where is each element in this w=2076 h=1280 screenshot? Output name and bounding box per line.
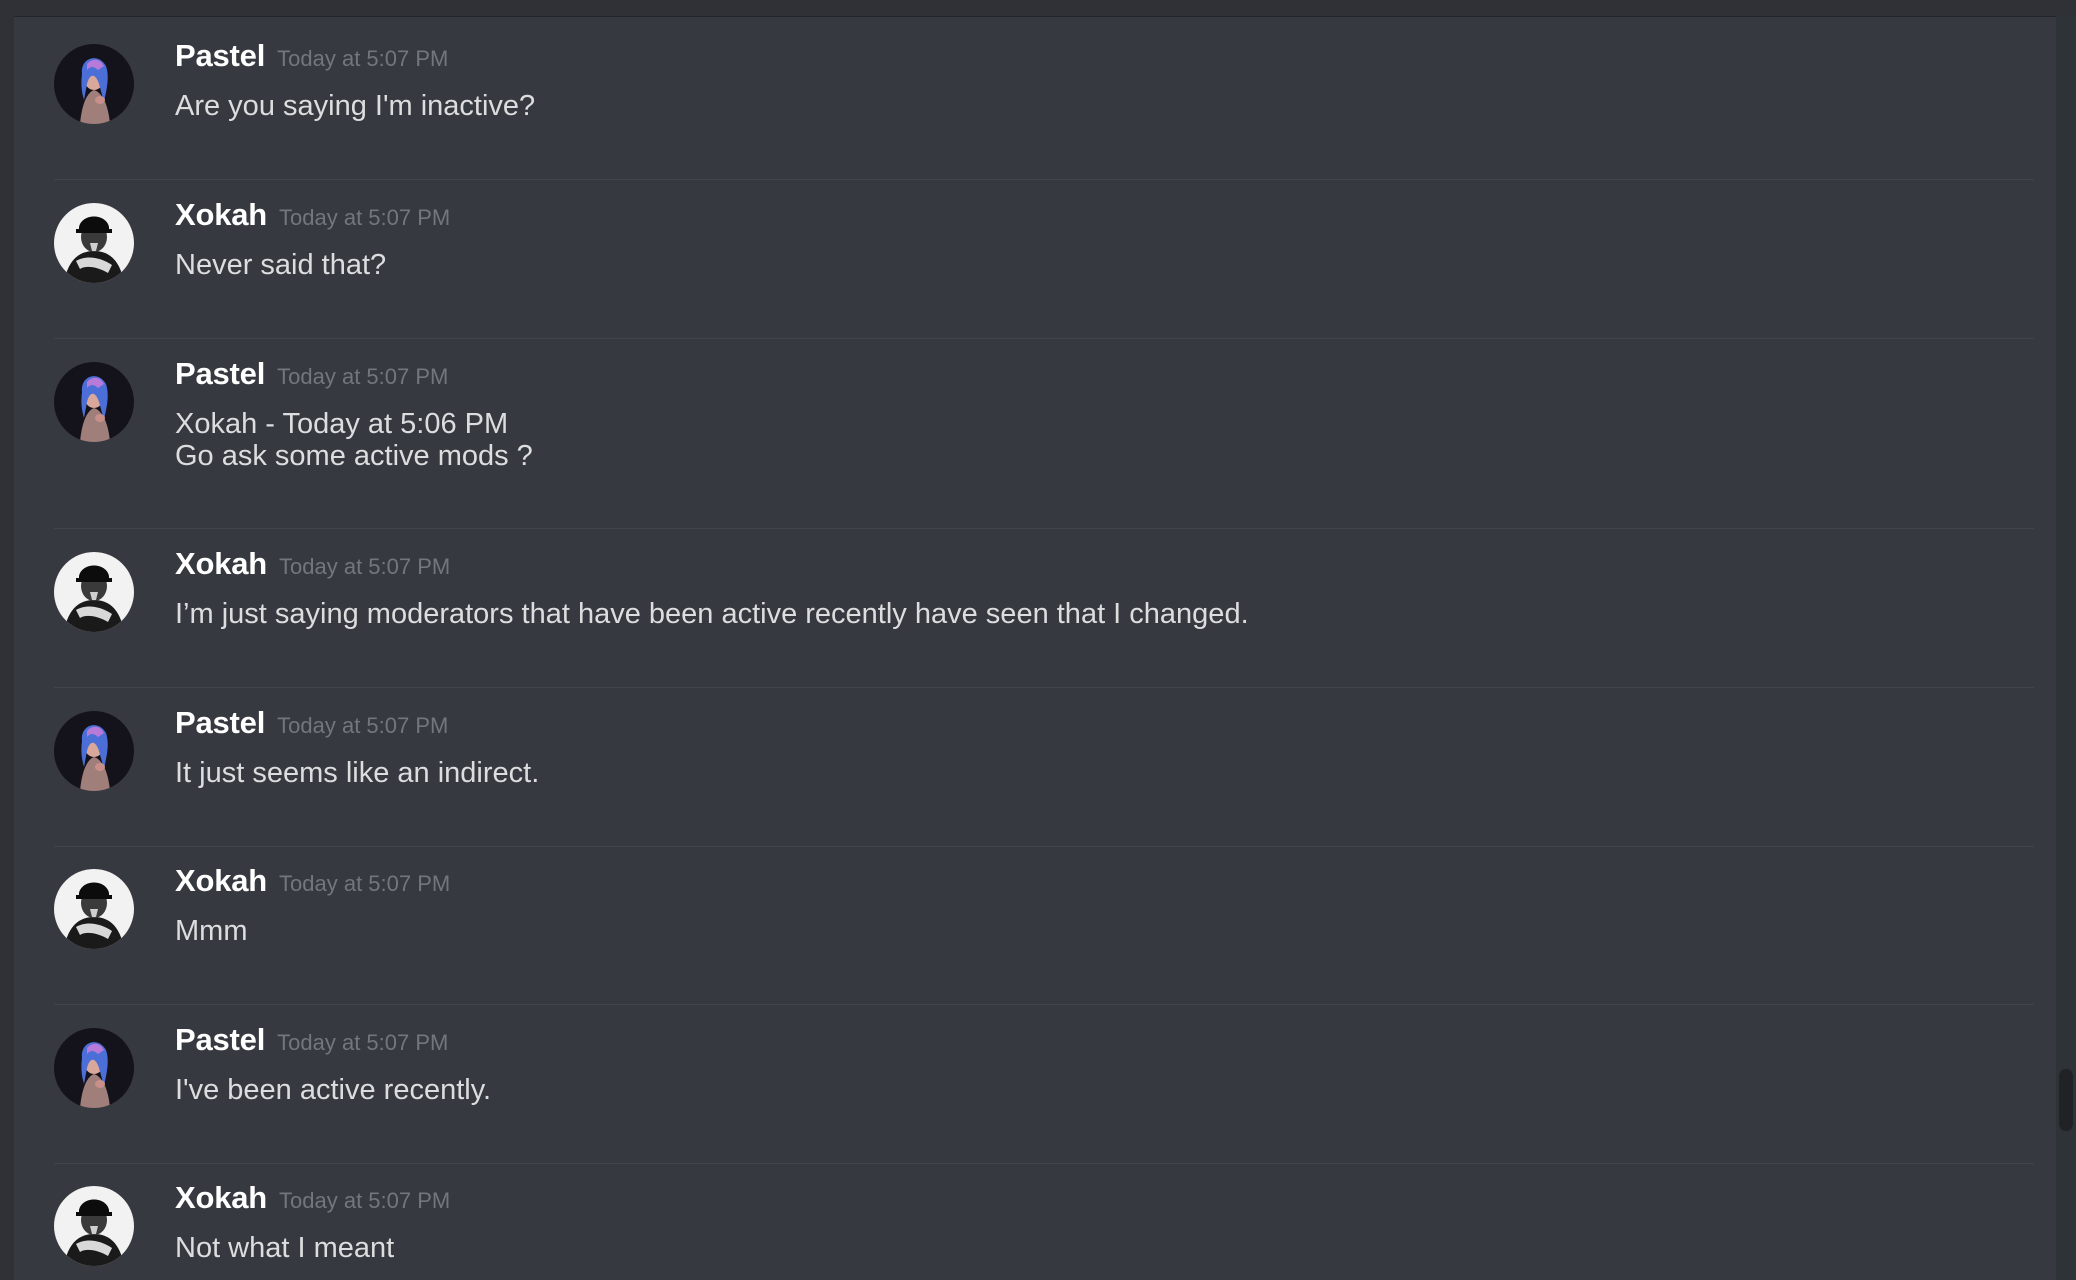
message-author[interactable]: Xokah xyxy=(175,197,267,232)
message-text: Not what I meant xyxy=(175,1232,395,1264)
message-text: Xokah - Today at 5:06 PM xyxy=(175,408,509,440)
message[interactable]: Pastel Today at 5:07 PM It just seems lik… xyxy=(54,705,2034,847)
message-content: It just seems like an indirect. xyxy=(175,757,1995,789)
message-text: I've been active recently. xyxy=(175,1074,492,1106)
message[interactable]: Pastel Today at 5:07 PM Are you saying I'… xyxy=(54,38,2034,180)
message-timestamp: Today at 5:07 PM xyxy=(277,713,449,738)
message-timestamp: Today at 5:07 PM xyxy=(279,1188,451,1213)
message-author[interactable]: Pastel xyxy=(175,1022,265,1057)
message-content: Mmm xyxy=(175,915,1995,947)
message-text: Go ask some active mods ? xyxy=(175,440,533,472)
message-content: I've been active recently. xyxy=(175,1074,1995,1106)
avatar-pastel-icon[interactable] xyxy=(54,44,134,124)
avatar-xokah-icon[interactable] xyxy=(54,1186,134,1266)
message-author[interactable]: Pastel xyxy=(175,356,265,391)
avatar-pastel-icon[interactable] xyxy=(54,1028,134,1108)
avatar-xokah-icon[interactable] xyxy=(54,869,134,949)
avatar-xokah-icon[interactable] xyxy=(54,203,134,283)
message-timestamp: Today at 5:07 PM xyxy=(279,871,451,896)
chat-window: Pastel Today at 5:07 PM Are you saying I'… xyxy=(0,0,2076,1280)
message[interactable]: Xokah Today at 5:07 PM Mmm xyxy=(54,863,2034,1005)
scrollbar-track[interactable] xyxy=(2056,16,2076,1280)
message-timestamp: Today at 5:07 PM xyxy=(279,205,451,230)
avatar-pastel-icon[interactable] xyxy=(54,362,134,442)
message-list[interactable]: Pastel Today at 5:07 PM Are you saying I'… xyxy=(14,16,2042,1280)
message[interactable]: Pastel Today at 5:07 PM Xokah - Today at … xyxy=(54,356,2034,529)
message-content: Xokah - Today at 5:06 PM Go ask some act… xyxy=(175,408,1995,472)
message-author[interactable]: Xokah xyxy=(175,546,267,581)
avatar-pastel-icon[interactable] xyxy=(54,711,134,791)
message-timestamp: Today at 5:07 PM xyxy=(277,46,449,71)
message-content: I’m just saying moderators that have bee… xyxy=(175,598,1995,630)
message-timestamp: Today at 5:07 PM xyxy=(279,554,451,579)
message-text: It just seems like an indirect. xyxy=(175,757,540,789)
message[interactable]: Xokah Today at 5:07 PM Not what I meant xyxy=(54,1180,2034,1280)
message-author[interactable]: Xokah xyxy=(175,1180,267,1215)
message-text: I’m just saying moderators that have bee… xyxy=(175,598,1249,630)
message-content: Never said that? xyxy=(175,249,1995,281)
message-author[interactable]: Pastel xyxy=(175,705,265,740)
message-text: Mmm xyxy=(175,915,248,947)
message-text: Never said that? xyxy=(175,249,387,281)
message-timestamp: Today at 5:07 PM xyxy=(277,364,449,389)
avatar-xokah-icon[interactable] xyxy=(54,552,134,632)
message-author[interactable]: Xokah xyxy=(175,863,267,898)
message-timestamp: Today at 5:07 PM xyxy=(277,1030,449,1055)
message-author[interactable]: Pastel xyxy=(175,38,265,73)
channel-header-bar xyxy=(0,0,2076,16)
message-content: Are you saying I'm inactive? xyxy=(175,90,1995,122)
scrollbar-thumb[interactable] xyxy=(2059,1069,2073,1131)
message[interactable]: Xokah Today at 5:07 PM Never said that? xyxy=(54,197,2034,339)
channel-sidebar-edge xyxy=(0,16,14,1280)
message-content: Not what I meant xyxy=(175,1232,1995,1264)
message[interactable]: Xokah Today at 5:07 PM I’m just saying mo… xyxy=(54,546,2034,688)
message[interactable]: Pastel Today at 5:07 PM I've been active … xyxy=(54,1022,2034,1164)
message-text: Are you saying I'm inactive? xyxy=(175,90,536,122)
